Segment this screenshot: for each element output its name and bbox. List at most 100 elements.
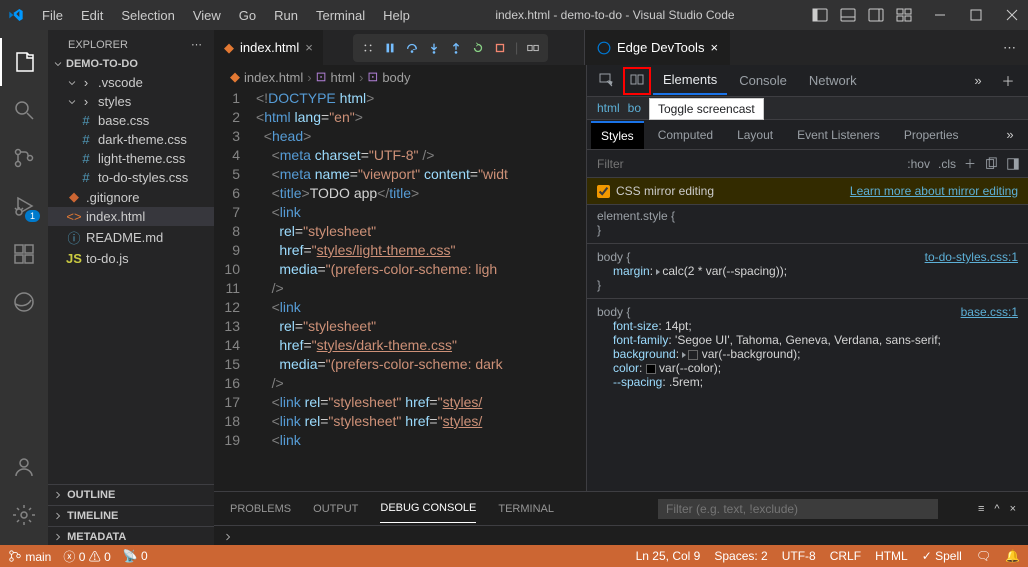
panel-tab-output[interactable]: OUTPUT (313, 495, 358, 523)
stop-icon[interactable] (493, 41, 507, 55)
activity-explorer[interactable] (0, 38, 48, 86)
computed-tab[interactable]: Computed (648, 122, 723, 148)
tree-item--vscode[interactable]: ›.vscode (48, 73, 214, 92)
activity-run-debug[interactable]: 1 (0, 182, 48, 230)
restart-icon[interactable] (471, 41, 485, 55)
branch-indicator[interactable]: main (8, 549, 51, 564)
cursor-position[interactable]: Ln 25, Col 9 (636, 549, 701, 563)
spell-check[interactable]: ✓ Spell (922, 549, 962, 563)
panel-launch-bar[interactable] (214, 525, 1028, 547)
toggle-sidebar-icon[interactable] (1006, 157, 1020, 171)
tree-item--gitignore[interactable]: ◆.gitignore (48, 187, 214, 207)
feedback-icon[interactable]: 🗨 (976, 549, 991, 563)
mirror-checkbox[interactable] (597, 185, 610, 198)
clear-console-icon[interactable]: ≡ (978, 503, 984, 515)
panel-tab-problems[interactable]: PROBLEMS (230, 495, 291, 523)
panel-bottom-icon[interactable] (840, 7, 856, 23)
minimize-icon[interactable] (932, 7, 948, 23)
activity-source-control[interactable] (0, 134, 48, 182)
tree-item-base-css[interactable]: #base.css (48, 111, 214, 130)
menu-terminal[interactable]: Terminal (308, 4, 373, 27)
breadcrumb[interactable]: ◆index.html › ⊡html › ⊡body (214, 65, 586, 89)
notifications-icon[interactable]: 🔔 (1005, 549, 1020, 563)
styles-rules[interactable]: element.style {}body {to-do-styles.css:1… (587, 205, 1028, 491)
more-subtabs-icon[interactable]: » (996, 121, 1024, 149)
menu-selection[interactable]: Selection (113, 4, 182, 27)
editor-more-icon[interactable]: ⋯ (991, 30, 1028, 65)
ports-indicator[interactable]: 📡 0 (123, 549, 148, 563)
step-out-icon[interactable] (449, 41, 463, 55)
add-tab-icon[interactable]: ＋ (994, 67, 1022, 95)
language-mode[interactable]: HTML (875, 549, 908, 563)
eol[interactable]: CRLF (830, 549, 861, 563)
copy-styles-icon[interactable] (984, 157, 998, 171)
properties-tab[interactable]: Properties (894, 122, 969, 148)
more-tabs-icon[interactable]: » (964, 67, 992, 95)
encoding[interactable]: UTF-8 (782, 549, 816, 563)
panel-left-icon[interactable] (812, 7, 828, 23)
editor-tab-index[interactable]: ◆ index.html × (214, 30, 323, 65)
tree-item-light-theme-css[interactable]: #light-theme.css (48, 149, 214, 168)
hov-button[interactable]: :hov (907, 157, 930, 171)
debug-console-filter[interactable] (658, 499, 938, 519)
css-file-icon: # (78, 170, 94, 185)
panel-right-icon[interactable] (868, 7, 884, 23)
devtools-tab-console[interactable]: Console (729, 67, 797, 94)
project-name[interactable]: DEMO-TO-DO (66, 58, 138, 70)
devtools-tab[interactable]: Edge DevTools × (585, 30, 730, 65)
menu-help[interactable]: Help (375, 4, 418, 27)
panel-tab-debug-console[interactable]: DEBUG CONSOLE (380, 494, 476, 523)
event-listeners-tab[interactable]: Event Listeners (787, 122, 890, 148)
tree-item-dark-theme-css[interactable]: #dark-theme.css (48, 130, 214, 149)
sidebar-more-icon[interactable]: ⋯ (191, 38, 202, 51)
styles-tab[interactable]: Styles (591, 121, 644, 149)
cls-button[interactable]: .cls (938, 157, 956, 171)
toggle-screencast-button[interactable] (623, 67, 651, 95)
maximize-icon[interactable] (968, 7, 984, 23)
tab-close-icon[interactable]: × (710, 40, 718, 55)
section-outline[interactable]: OUTLINE (48, 484, 214, 505)
tree-item-styles[interactable]: ›styles (48, 92, 214, 111)
devtools-tab-label: Edge DevTools (617, 40, 704, 55)
layout-icon[interactable] (896, 7, 912, 23)
styles-filter-input[interactable] (587, 157, 907, 171)
indentation[interactable]: Spaces: 2 (714, 549, 767, 563)
new-style-icon[interactable]: ＋ (964, 155, 976, 172)
problems-indicator[interactable]: ⓧ 0 ⚠ 0 (63, 548, 110, 565)
close-icon[interactable] (1004, 7, 1020, 23)
activity-extensions[interactable] (0, 230, 48, 278)
step-into-icon[interactable] (427, 41, 441, 55)
section-timeline[interactable]: TIMELINE (48, 505, 214, 526)
tree-item-to-do-styles-css[interactable]: #to-do-styles.css (48, 168, 214, 187)
menu-run[interactable]: Run (266, 4, 306, 27)
mirror-link[interactable]: Learn more about mirror editing (850, 184, 1018, 198)
activity-bar: 1 (0, 30, 48, 547)
drag-handle-icon[interactable] (361, 41, 375, 55)
panel-close-icon[interactable]: × (1010, 503, 1016, 515)
tree-item-index-html[interactable]: <>index.html (48, 207, 214, 226)
inspect-element-icon[interactable] (593, 67, 621, 95)
tree-item-to-do-js[interactable]: JSto-do.js (48, 249, 214, 268)
tab-close-icon[interactable]: × (305, 40, 313, 55)
pause-icon[interactable] (383, 41, 397, 55)
step-over-icon[interactable] (405, 41, 419, 55)
disconnect-icon[interactable] (526, 41, 540, 55)
menu-go[interactable]: Go (231, 4, 264, 27)
tree-item-README-md[interactable]: ⓘREADME.md (48, 226, 214, 249)
layout-tab[interactable]: Layout (727, 122, 783, 148)
panel-maximize-icon[interactable]: ^ (994, 503, 999, 515)
section-metadata[interactable]: METADATA (48, 526, 214, 547)
menu-view[interactable]: View (185, 4, 229, 27)
activity-search[interactable] (0, 86, 48, 134)
activity-settings[interactable] (0, 491, 48, 539)
activity-edge[interactable] (0, 278, 48, 326)
menu-edit[interactable]: Edit (73, 4, 111, 27)
panel-tab-terminal[interactable]: TERMINAL (498, 495, 554, 523)
devtools-tab-elements[interactable]: Elements (653, 66, 727, 95)
status-bar: main ⓧ 0 ⚠ 0 📡 0 Ln 25, Col 9 Spaces: 2 … (0, 545, 1028, 567)
activity-account[interactable] (0, 443, 48, 491)
chevron-down-icon[interactable] (52, 58, 64, 70)
code-editor[interactable]: ◆index.html › ⊡html › ⊡body 1 2 3 4 5 6 … (214, 65, 586, 491)
devtools-tab-network[interactable]: Network (799, 67, 867, 94)
menu-file[interactable]: File (34, 4, 71, 27)
